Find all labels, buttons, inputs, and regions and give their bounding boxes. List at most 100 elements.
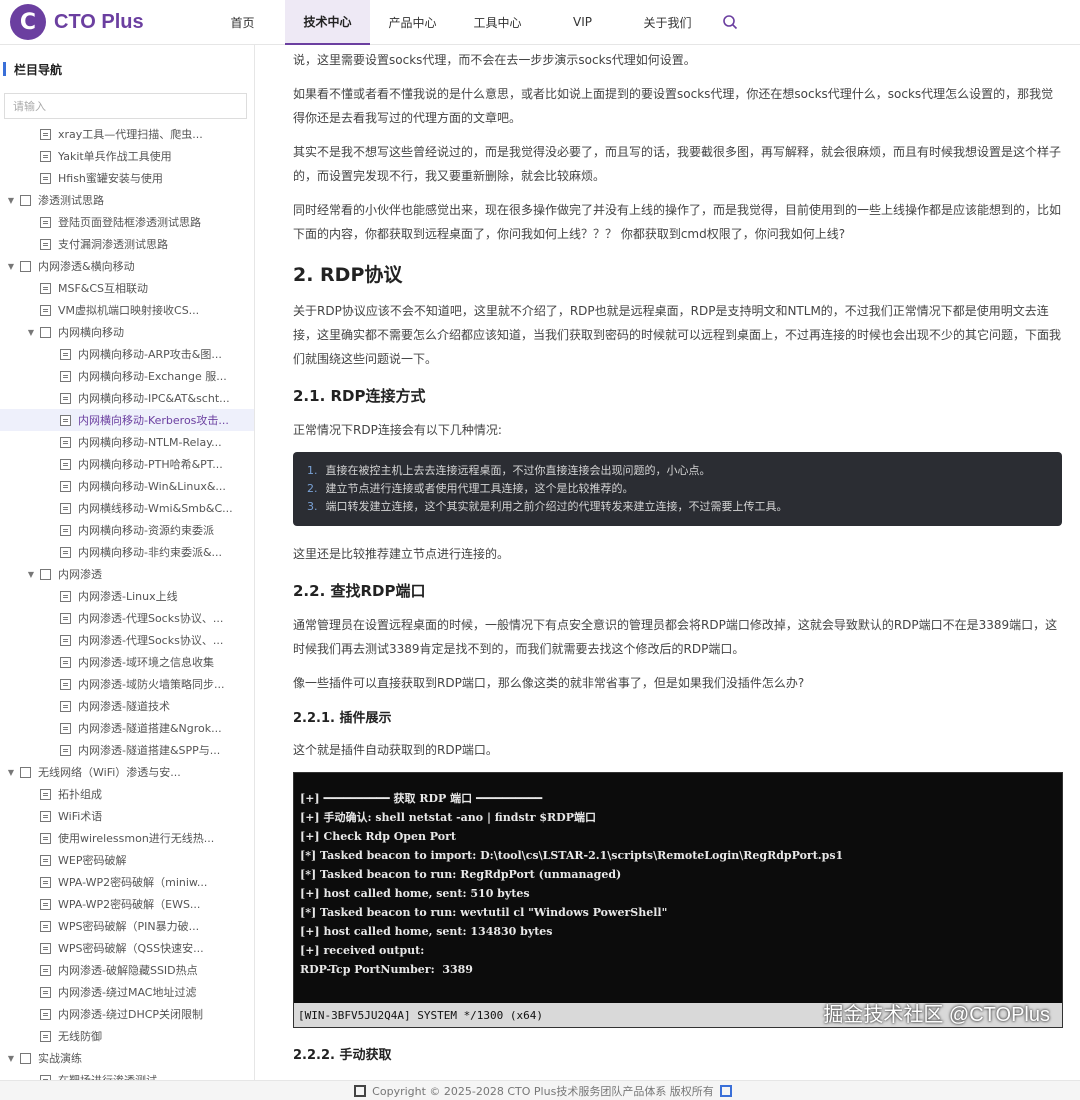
nav-home[interactable]: 首页 xyxy=(200,0,285,45)
sidebar-tree-item[interactable]: 内网渗透-隧道技术 xyxy=(0,695,254,717)
document-icon xyxy=(60,502,71,514)
sidebar-tree-item[interactable]: 内网横向移动-Kerberos攻击... xyxy=(0,409,254,431)
terminal-line: [*] Tasked beacon to run: wevtutil cl "W… xyxy=(300,906,668,919)
paragraph: 正常情况下RDP连接会有以下几种情况: xyxy=(293,423,502,437)
folder-icon xyxy=(20,194,31,206)
sidebar-tree-item[interactable]: Hfish蜜罐安装与使用 xyxy=(0,167,254,189)
sidebar-tree-item[interactable]: MSF&CS互相联动 xyxy=(0,277,254,299)
sidebar-tree-item[interactable]: 内网横向移动-Exchange 服... xyxy=(0,365,254,387)
sidebar-tree-item[interactable]: 使用wirelessmon进行无线热... xyxy=(0,827,254,849)
document-icon xyxy=(60,700,71,712)
sidebar-tree-item[interactable]: ▼ 内网横向移动 xyxy=(0,321,254,343)
sidebar-tree-item[interactable]: WPA-WP2密码破解（miniw... xyxy=(0,871,254,893)
document-icon xyxy=(60,722,71,734)
sidebar-tree-item[interactable]: 内网横向移动-ARP攻击&图... xyxy=(0,343,254,365)
search-icon[interactable] xyxy=(710,0,750,45)
section-heading: 2. RDP协议 xyxy=(293,264,403,286)
sidebar-title: 栏目导航 xyxy=(0,45,254,93)
sidebar-item-label: 内网渗透-绕过DHCP关闭限制 xyxy=(58,1008,204,1021)
sidebar-tree-item[interactable]: ▼ 渗透测试思路 xyxy=(0,189,254,211)
document-icon xyxy=(40,964,51,976)
nav-vip[interactable]: VIP xyxy=(540,0,625,45)
sidebar-item-label: WPA-WP2密码破解（EWS... xyxy=(58,898,201,911)
sidebar-tree-item[interactable]: WiFi术语 xyxy=(0,805,254,827)
document-icon xyxy=(40,1008,51,1020)
ordered-list-block: 1. 直接在被控主机上去去连接远程桌面，不过你直接连接会出现问题的，小心点。 2.… xyxy=(293,452,1062,526)
sidebar-tree-item[interactable]: ▼ 无线网络（WiFi）渗透与安... xyxy=(0,761,254,783)
paragraph: 如果看不懂或者看不懂我说的是什么意思，或者比如说上面提到的要设置socks代理，… xyxy=(293,87,1054,125)
sidebar-tree-item[interactable]: WEP密码破解 xyxy=(0,849,254,871)
sidebar-tree-item[interactable]: 内网渗透-域环境之信息收集 xyxy=(0,651,254,673)
document-icon xyxy=(60,436,71,448)
sidebar-item-label: 内网横向移动-Exchange 服... xyxy=(78,370,227,383)
sidebar-tree-item[interactable]: 内网渗透-破解隐藏SSID热点 xyxy=(0,959,254,981)
document-icon xyxy=(40,150,51,162)
sidebar-tree-item[interactable]: 内网横向移动-NTLM-Relay... xyxy=(0,431,254,453)
sidebar-tree-item[interactable]: 拓扑组成 xyxy=(0,783,254,805)
sidebar-tree-item[interactable]: 内网渗透-代理Socks协议、... xyxy=(0,629,254,651)
sidebar-tree-item[interactable]: 在靶场进行渗透测试 xyxy=(0,1069,254,1080)
sidebar-search-input[interactable]: 请输入 xyxy=(4,93,247,119)
sidebar-item-label: 内网渗透-绕过MAC地址过滤 xyxy=(58,986,197,999)
sidebar-tree-item[interactable]: WPS密码破解（QSS快速安... xyxy=(0,937,254,959)
sidebar-tree-item[interactable]: 内网渗透-隧道搭建&SPP与... xyxy=(0,739,254,761)
document-icon xyxy=(40,876,51,888)
subsection-heading: 2.2. 查找RDP端口 xyxy=(293,582,426,600)
article-area: 说，这里需要设置socks代理，而不会在去一步步演示socks代理如何设置。 如… xyxy=(256,45,1080,1080)
sidebar-tree-item[interactable]: 支付漏洞渗透测试思路 xyxy=(0,233,254,255)
sidebar-item-label: 内网横向移动-Kerberos攻击... xyxy=(78,414,229,427)
document-icon xyxy=(60,546,71,558)
sidebar-item-label: 内网横向移动-NTLM-Relay... xyxy=(78,436,222,449)
terminal-line: [*] Tasked beacon to import: D:\tool\cs\… xyxy=(300,849,844,862)
sidebar-tree-item[interactable]: 内网渗透-绕过MAC地址过滤 xyxy=(0,981,254,1003)
terminal-line: [+] 手动确认: shell netstat -ano | findstr $… xyxy=(300,811,596,824)
sidebar-tree-item[interactable]: WPA-WP2密码破解（EWS... xyxy=(0,893,254,915)
nav-tool-center[interactable]: 工具中心 xyxy=(455,0,540,45)
sidebar-tree-item[interactable]: 内网横向移动-IPC&AT&scht... xyxy=(0,387,254,409)
expand-arrow-icon[interactable]: ▼ xyxy=(6,262,16,271)
paragraph: 通常管理员在设置远程桌面的时候，一般情况下有点安全意识的管理员都会将RDP端口修… xyxy=(293,618,1058,656)
sidebar-item-label: 内网渗透-隧道技术 xyxy=(78,700,170,713)
sidebar-tree-item[interactable]: ▼ 内网渗透 xyxy=(0,563,254,585)
badge-icon xyxy=(719,1084,732,1097)
expand-arrow-icon[interactable]: ▼ xyxy=(26,328,36,337)
sidebar-tree-item[interactable]: WPS密码破解（PIN暴力破... xyxy=(0,915,254,937)
sidebar-item-label: 内网渗透&横向移动 xyxy=(38,260,135,273)
expand-arrow-icon[interactable]: ▼ xyxy=(6,768,16,777)
sidebar-tree-item[interactable]: 内网横向移动-资源约束委派 xyxy=(0,519,254,541)
expand-arrow-icon[interactable]: ▼ xyxy=(6,1054,16,1063)
nav-about[interactable]: 关于我们 xyxy=(625,0,710,45)
sidebar-item-label: 内网横线移动-Wmi&Smb&C... xyxy=(78,502,233,515)
logo-mark: C xyxy=(10,4,46,40)
sidebar-item-label: 内网渗透 xyxy=(58,568,102,581)
nav-product-center[interactable]: 产品中心 xyxy=(370,0,455,45)
list-item: 1. 直接在被控主机上去去连接远程桌面，不过你直接连接会出现问题的，小心点。 xyxy=(307,464,711,477)
sidebar-tree-item[interactable]: 登陆页面登陆框渗透测试思路 xyxy=(0,211,254,233)
sidebar-tree-item[interactable]: 内网横线移动-Wmi&Smb&C... xyxy=(0,497,254,519)
sidebar-tree-item[interactable]: VM虚拟机端口映射接收CS... xyxy=(0,299,254,321)
sidebar-tree-item[interactable]: 内网渗透-Linux上线 xyxy=(0,585,254,607)
document-icon xyxy=(60,348,71,360)
sidebar-tree-item[interactable]: 内网渗透-隧道搭建&Ngrok... xyxy=(0,717,254,739)
expand-arrow-icon[interactable]: ▼ xyxy=(6,196,16,205)
sidebar-tree-item[interactable]: ▼ 内网渗透&横向移动 xyxy=(0,255,254,277)
sidebar-tree-item[interactable]: ▼ 实战演练 xyxy=(0,1047,254,1069)
list-item: 3. 端口转发建立连接，这个其实就是利用之前介绍过的代理转发来建立连接，不过需要上… xyxy=(307,500,788,513)
nav-tech-center[interactable]: 技术中心 xyxy=(285,0,370,45)
sidebar-tree-item[interactable]: 内网渗透-绕过DHCP关闭限制 xyxy=(0,1003,254,1025)
sidebar-tree-item[interactable]: 内网横向移动-PTH哈希&PT... xyxy=(0,453,254,475)
sidebar-item-label: WiFi术语 xyxy=(58,810,103,823)
document-icon xyxy=(40,854,51,866)
sidebar-tree-item[interactable]: Yakit单兵作战工具使用 xyxy=(0,145,254,167)
expand-arrow-icon[interactable]: ▼ xyxy=(26,570,36,579)
sidebar-tree-item[interactable]: 内网渗透-代理Socks协议、... xyxy=(0,607,254,629)
sidebar-tree-item[interactable]: xray工具—代理扫描、爬虫... xyxy=(0,123,254,145)
paragraph: 这里还是比较推荐建立节点进行连接的。 xyxy=(293,547,510,561)
site-logo[interactable]: C CTO Plus xyxy=(10,4,200,40)
sidebar-tree-item[interactable]: 内网横向移动-非约束委派&... xyxy=(0,541,254,563)
sidebar-tree-item[interactable]: 内网横向移动-Win&Linux&... xyxy=(0,475,254,497)
sidebar-tree-item[interactable]: 内网渗透-域防火墙策略同步... xyxy=(0,673,254,695)
sidebar-item-label: 内网渗透-域环境之信息收集 xyxy=(78,656,214,669)
sidebar-tree-item[interactable]: 无线防御 xyxy=(0,1025,254,1047)
copyright-text: Copyright © 2025-2028 CTO Plus技术服务团队产品体系… xyxy=(372,1084,714,1098)
